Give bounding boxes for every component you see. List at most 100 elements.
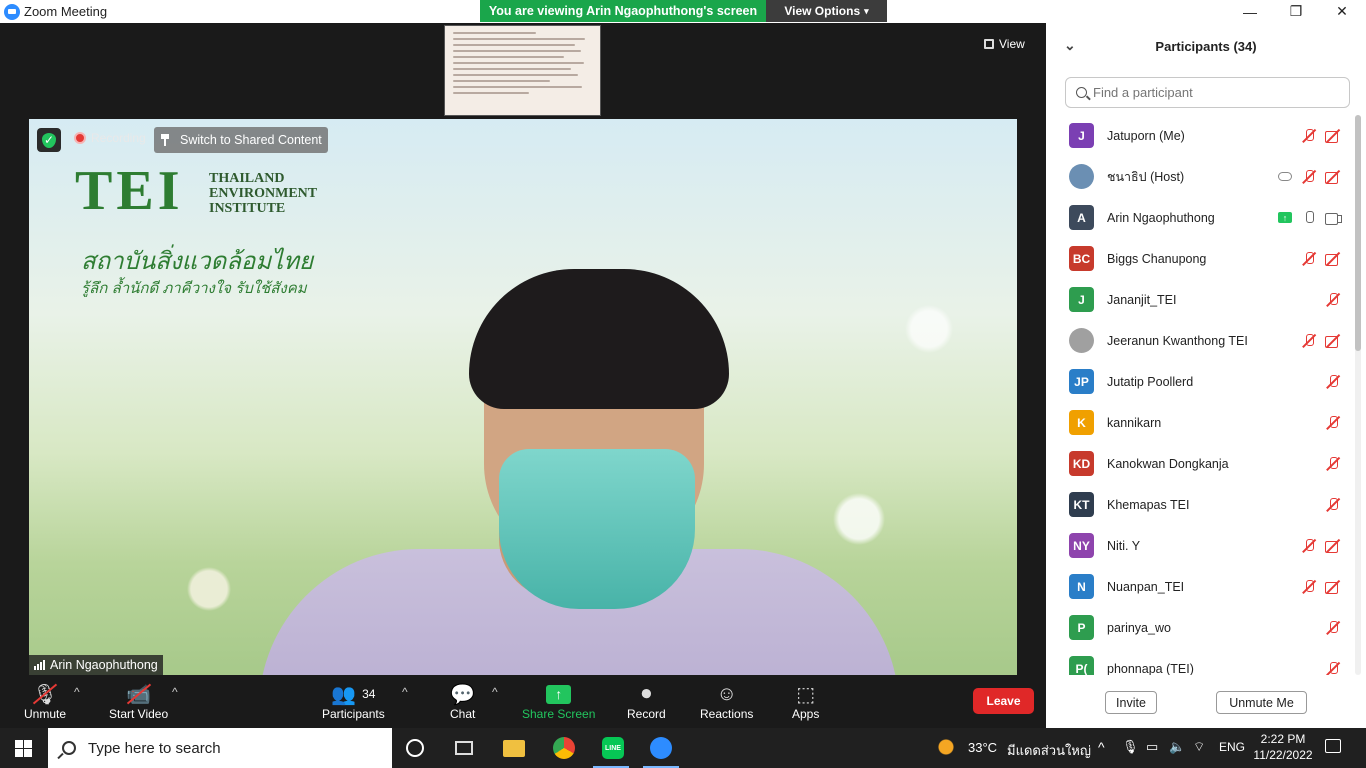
participant-row[interactable]: Pparinya_wo (1046, 607, 1356, 648)
speaker-name: Arin Ngaophuthong (50, 658, 158, 672)
participant-row[interactable]: KD Kanokwan Dongkanja (1046, 443, 1356, 484)
pin-icon (161, 134, 172, 146)
speaker-video: TEI THAILAND ENVIRONMENT INSTITUTE สถาบั… (29, 119, 1017, 675)
participant-row[interactable]: N Nuanpan_TEI (1046, 566, 1356, 607)
reactions-icon: ☺ (716, 682, 737, 705)
apps-button[interactable]: ⬚ Apps (792, 681, 820, 722)
chat-options-caret[interactable]: ^ (492, 685, 498, 699)
switch-to-shared-content-button[interactable]: Switch to Shared Content (154, 127, 328, 153)
windows-start-icon[interactable] (15, 740, 32, 757)
cortana-icon[interactable] (406, 739, 424, 757)
microphone-muted-icon[interactable] (1325, 374, 1341, 390)
video-off-icon[interactable] (1325, 128, 1341, 144)
participants-panel: ⌄ Participants (34) J Jatuporn (Me) ชนาธิป… (1046, 23, 1366, 728)
participants-label: Participants (322, 707, 385, 721)
participants-scrollbar[interactable] (1355, 115, 1361, 675)
participant-row[interactable]: Kkannikarn (1046, 402, 1356, 443)
language-indicator[interactable]: ENG (1219, 740, 1245, 754)
participant-row[interactable]: JP Jutatip Poollerd (1046, 361, 1356, 402)
person-mask (499, 449, 695, 609)
unmute-button[interactable]: 🎙 Unmute (24, 681, 66, 722)
avatar: JP (1069, 369, 1094, 394)
participant-search-input[interactable] (1093, 85, 1333, 100)
microphone-muted-icon[interactable] (1301, 128, 1317, 144)
invite-button[interactable]: Invite (1105, 691, 1157, 714)
participant-row[interactable]: NY Niti. Y (1046, 525, 1356, 566)
microphone-muted-icon[interactable] (1301, 251, 1317, 267)
video-off-icon[interactable] (1325, 538, 1341, 554)
notifications-icon[interactable] (1325, 739, 1341, 753)
video-off-icon[interactable] (1325, 251, 1341, 267)
weather-icon[interactable] (938, 738, 958, 758)
line-app-icon[interactable]: LINE (602, 737, 624, 759)
file-explorer-icon[interactable] (503, 740, 525, 757)
share-screen-button[interactable]: ↑ Share Screen (522, 681, 595, 721)
shared-screen-thumbnail[interactable] (444, 25, 601, 116)
windows-taskbar: Type here to search LINE 33°C มีแดดส่วนใ… (0, 728, 1366, 768)
video-icon[interactable] (1325, 210, 1342, 226)
participant-row[interactable]: J Jananjit_TEI (1046, 279, 1356, 320)
taskbar-clock[interactable]: 2:22 PM 11/22/2022 (1248, 731, 1318, 763)
start-video-button[interactable]: 📹 Start Video (109, 681, 168, 722)
maximize-button[interactable]: ❐ (1273, 0, 1319, 23)
microphone-muted-icon[interactable] (1325, 661, 1341, 676)
participants-button[interactable]: 👥 34 Participants (322, 681, 385, 722)
volume-icon[interactable]: 🔈 (1169, 739, 1185, 755)
participant-row[interactable]: ชนาธิป (Host) (1046, 156, 1356, 197)
chrome-icon[interactable] (553, 737, 575, 759)
audio-options-caret[interactable]: ^ (74, 685, 80, 699)
participant-row[interactable]: Jeeranun Kwanthong TEI (1046, 320, 1356, 361)
chat-button[interactable]: 💬 Chat (450, 681, 475, 722)
scrollbar-thumb[interactable] (1355, 115, 1361, 351)
video-off-icon[interactable] (1325, 333, 1341, 349)
microphone-muted-icon[interactable] (1325, 620, 1341, 636)
avatar: P( (1069, 656, 1094, 675)
participant-row[interactable]: P(phonnapa (TEI) (1046, 648, 1356, 675)
battery-icon[interactable]: ▭ (1146, 739, 1158, 755)
participant-row[interactable]: J Jatuporn (Me) (1046, 115, 1356, 156)
microphone-muted-icon[interactable] (1325, 497, 1341, 513)
person-hair (469, 269, 729, 409)
minimize-button[interactable]: — (1227, 0, 1273, 23)
chevron-up-icon[interactable]: ^ (1098, 739, 1105, 755)
participant-row[interactable]: A Arin Ngaophuthong ↑ (1046, 197, 1356, 238)
recording-indicator: Recording (74, 131, 146, 145)
microphone-muted-icon[interactable] (1325, 292, 1341, 308)
video-off-icon[interactable] (1325, 579, 1341, 595)
weather-description[interactable]: มีแดดส่วนใหญ่ (1007, 740, 1091, 761)
microphone-muted-icon[interactable] (1301, 579, 1317, 595)
video-options-caret[interactable]: ^ (172, 685, 178, 699)
task-view-icon[interactable] (455, 741, 473, 755)
zoom-taskbar-icon[interactable] (650, 737, 672, 759)
participant-search[interactable] (1065, 77, 1350, 108)
microphone-muted-icon[interactable] (1325, 415, 1341, 431)
apps-label: Apps (792, 707, 820, 721)
view-options-button[interactable]: View Options ▾ (766, 0, 887, 22)
participant-name: Kanokwan Dongkanja (1107, 456, 1229, 471)
microphone-muted-icon[interactable] (1301, 169, 1317, 185)
network-icon[interactable]: ⌔ (1193, 739, 1205, 755)
participant-row[interactable]: BC Biggs Chanupong (1046, 238, 1356, 279)
shield-icon[interactable] (37, 128, 61, 152)
avatar: BC (1069, 246, 1094, 271)
microphone-muted-icon[interactable] (1301, 538, 1317, 554)
reactions-button[interactable]: ☺ Reactions (700, 681, 753, 722)
microphone-muted-icon[interactable] (1325, 456, 1341, 472)
video-off-icon[interactable] (1325, 169, 1341, 185)
microphone-icon[interactable]: 🎙 (1122, 739, 1139, 755)
unmute-me-button[interactable]: Unmute Me (1216, 691, 1307, 714)
close-button[interactable]: ✕ (1319, 0, 1365, 23)
microphone-muted-icon[interactable] (1301, 333, 1317, 349)
participant-name: Jutatip Poollerd (1107, 374, 1194, 389)
participants-options-caret[interactable]: ^ (402, 685, 408, 699)
taskbar-search[interactable]: Type here to search (48, 728, 392, 768)
temperature[interactable]: 33°C (968, 740, 997, 755)
record-button[interactable]: ⏺ Record (627, 681, 666, 722)
leave-button[interactable]: Leave (973, 688, 1034, 714)
meeting-toolbar: 🎙 Unmute ^ 📹 Start Video ^ 👥 34 Particip… (0, 677, 1046, 728)
avatar: P (1069, 615, 1094, 640)
view-button[interactable]: View (984, 33, 1038, 55)
microphone-icon[interactable] (1301, 210, 1317, 226)
participant-row[interactable]: KT Khemapas TEI (1046, 484, 1356, 525)
chevron-down-icon[interactable]: ⌄ (1064, 37, 1076, 54)
